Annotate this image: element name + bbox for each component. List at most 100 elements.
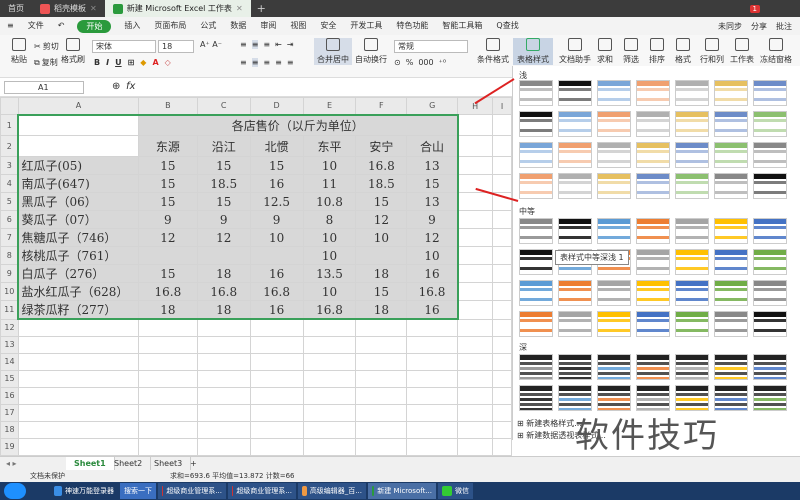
table-style-swatch[interactable] (675, 111, 709, 137)
table-style-swatch[interactable] (714, 311, 748, 337)
corner-cell[interactable] (0, 97, 19, 115)
table-style-swatch[interactable] (714, 218, 748, 244)
price-cell[interactable] (137, 246, 198, 265)
freeze-panes-button[interactable]: 冻结窗格 (756, 38, 796, 65)
row-header[interactable]: 1 (0, 114, 19, 136)
share-button[interactable]: 分享 (751, 21, 767, 32)
menu-developer[interactable]: 开发工具 (343, 17, 389, 35)
sort-button[interactable]: 排序 (644, 38, 670, 65)
cell[interactable] (492, 114, 512, 136)
table-style-swatch[interactable] (519, 111, 553, 137)
cell[interactable] (492, 403, 512, 422)
cell[interactable] (17, 352, 139, 371)
protection-status[interactable]: 文档未保护 (30, 470, 65, 482)
format-painter-button[interactable]: 格式刷 (58, 38, 88, 65)
table-style-swatch[interactable] (675, 249, 709, 275)
cell[interactable] (457, 318, 494, 337)
product-cell[interactable]: 白瓜子（276） (17, 264, 139, 283)
store-header[interactable]: 北惯 (249, 135, 304, 157)
table-style-swatch[interactable] (714, 385, 748, 411)
underline-button[interactable]: U (115, 58, 122, 67)
cell[interactable] (302, 420, 357, 439)
cell[interactable] (137, 335, 198, 354)
row-header[interactable]: 16 (0, 386, 19, 405)
close-icon[interactable]: ✕ (236, 0, 243, 17)
table-style-swatch[interactable] (675, 80, 709, 106)
price-cell[interactable]: 15 (137, 174, 198, 193)
row-header[interactable]: 6 (0, 210, 19, 229)
cell[interactable] (406, 369, 459, 388)
price-cell[interactable]: 15 (137, 192, 198, 211)
undo-icon[interactable]: ↶ (51, 17, 72, 35)
price-cell[interactable]: 9 (406, 210, 459, 229)
worksheet-button[interactable]: 工作表 (728, 38, 756, 65)
table-style-swatch[interactable] (519, 311, 553, 337)
align-right-icon[interactable]: ≡ (263, 58, 270, 67)
menu-toolbox[interactable]: 智能工具箱 (435, 17, 489, 35)
table-style-swatch[interactable] (519, 142, 553, 168)
price-cell[interactable]: 18.5 (355, 174, 408, 193)
table-style-swatch[interactable] (519, 280, 553, 306)
percent-icon[interactable]: % (406, 58, 414, 67)
product-cell[interactable]: 黑瓜子（06） (17, 192, 139, 211)
price-cell[interactable]: 12.5 (249, 192, 304, 211)
price-cell[interactable] (355, 246, 408, 265)
cell[interactable] (137, 386, 198, 405)
indent-icon[interactable]: ⇤ (275, 40, 282, 49)
menu-page-layout[interactable]: 页面布局 (147, 17, 193, 35)
row-header[interactable]: 9 (0, 264, 19, 283)
col-header[interactable]: B (137, 97, 198, 115)
store-header[interactable]: 安宁 (355, 135, 408, 157)
cell[interactable] (406, 318, 459, 337)
price-cell[interactable]: 16.8 (355, 156, 408, 175)
price-cell[interactable]: 16.8 (249, 282, 304, 301)
cell[interactable] (196, 335, 251, 354)
cell[interactable] (137, 369, 198, 388)
merge-center-button[interactable]: 合并居中 (314, 38, 352, 65)
table-style-swatch[interactable] (519, 173, 553, 199)
price-cell[interactable]: 15 (137, 156, 198, 175)
price-cell[interactable]: 13.5 (302, 264, 357, 283)
cell[interactable] (302, 352, 357, 371)
decimal-icon[interactable]: ⁺⁰ (439, 58, 446, 67)
align-left-icon[interactable]: ≡ (240, 58, 247, 67)
row-header[interactable]: 18 (0, 420, 19, 439)
product-cell[interactable]: 焦糖瓜子（746） (17, 228, 139, 247)
cell[interactable] (355, 403, 408, 422)
price-cell[interactable]: 16 (249, 264, 304, 283)
menu-review[interactable]: 审阅 (253, 17, 283, 35)
cell[interactable] (196, 369, 251, 388)
cell[interactable] (17, 369, 139, 388)
formula-input[interactable] (140, 80, 514, 95)
cell[interactable] (492, 318, 512, 337)
italic-button[interactable]: I (106, 58, 109, 67)
cell[interactable] (302, 369, 357, 388)
cell[interactable] (17, 386, 139, 405)
row-header[interactable]: 8 (0, 246, 19, 265)
table-style-swatch[interactable] (636, 249, 670, 275)
table-style-swatch[interactable] (558, 80, 592, 106)
cell[interactable] (249, 318, 304, 337)
col-header[interactable]: H (457, 97, 494, 115)
table-style-swatch[interactable] (753, 280, 787, 306)
table-style-swatch[interactable] (714, 80, 748, 106)
row-header[interactable]: 7 (0, 228, 19, 247)
price-cell[interactable]: 16 (406, 300, 459, 320)
cell[interactable] (406, 352, 459, 371)
table-style-swatch[interactable] (519, 249, 553, 275)
store-header[interactable]: 东源 (137, 135, 198, 157)
font-size-select[interactable]: 18 (158, 40, 194, 53)
align-bottom-icon[interactable]: ≡ (263, 40, 270, 49)
table-style-swatch[interactable] (558, 311, 592, 337)
cell[interactable] (457, 335, 494, 354)
price-cell[interactable]: 8 (302, 210, 357, 229)
name-box[interactable]: A1 (4, 81, 84, 94)
product-cell[interactable]: 盐水红瓜子（628） (17, 282, 139, 301)
align-middle-icon[interactable]: ≡ (251, 40, 259, 49)
cell[interactable] (302, 335, 357, 354)
currency-icon[interactable]: ⊙ (394, 58, 401, 67)
menu-features[interactable]: 特色功能 (389, 17, 435, 35)
add-sheet-icon[interactable]: + (190, 457, 197, 471)
cell[interactable] (17, 403, 139, 422)
table-style-swatch[interactable] (597, 173, 631, 199)
